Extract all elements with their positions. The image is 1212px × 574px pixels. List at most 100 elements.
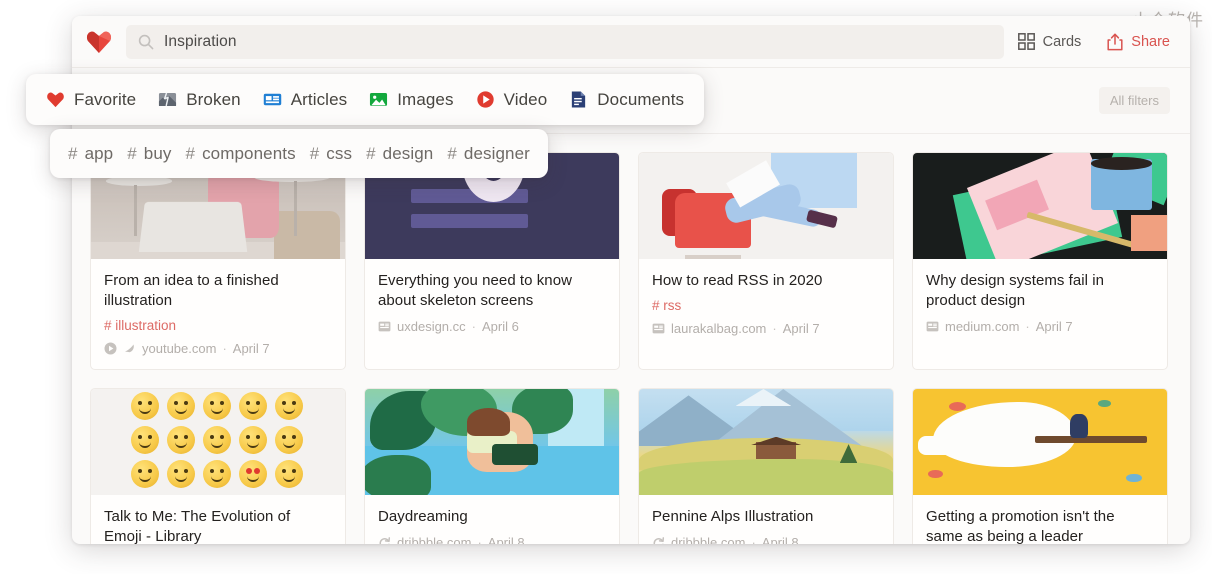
card-title: Talk to Me: The Evolution of Emoji - Lib… bbox=[104, 508, 291, 544]
type-filter-favorite[interactable]: Favorite bbox=[46, 90, 136, 110]
type-filter-label: Articles bbox=[290, 89, 348, 109]
card-meta: dribbble.com · April 8 bbox=[652, 535, 880, 544]
hash-icon: # bbox=[366, 143, 376, 163]
card-source: medium.com bbox=[945, 319, 1020, 334]
card-body: Pennine Alps Illustration dribbble.com ·… bbox=[639, 495, 893, 544]
type-filter-popover: Favorite Broken Articles Images Video Do… bbox=[26, 74, 705, 125]
card-title: Pennine Alps Illustration bbox=[652, 508, 814, 525]
type-filter-label: Documents bbox=[597, 89, 685, 109]
card-date: April 7 bbox=[782, 321, 820, 336]
share-button[interactable]: Share bbox=[1107, 33, 1170, 51]
grid-icon bbox=[1017, 33, 1035, 50]
type-filter-label: Favorite bbox=[74, 89, 137, 109]
tag-filter-label: designer bbox=[463, 143, 530, 163]
play-circle-icon bbox=[104, 342, 117, 355]
image-icon bbox=[370, 93, 388, 106]
type-filter-label: Broken bbox=[186, 89, 241, 109]
card-meta: medium.com · April 7 bbox=[926, 319, 1154, 334]
card-body: Everything you need to know about skelet… bbox=[365, 259, 619, 347]
tag-filter-label: app bbox=[84, 143, 114, 163]
app-logo[interactable] bbox=[72, 30, 126, 54]
all-filters-button[interactable]: All filters bbox=[1098, 87, 1170, 114]
card-body: How to read RSS in 2020 # rss laurakalba… bbox=[639, 259, 893, 349]
type-filter-label: Video bbox=[503, 89, 548, 109]
document-icon bbox=[572, 91, 586, 108]
card-meta: uxdesign.cc · April 6 bbox=[378, 319, 606, 334]
card-title: Why design systems fail in product desig… bbox=[926, 272, 1105, 309]
card-body: From an idea to a finished illustration … bbox=[91, 259, 345, 369]
tag-filter-css[interactable]: # css bbox=[310, 144, 352, 164]
card-item[interactable]: Daydreaming dribbble.com · April 8 bbox=[364, 388, 620, 544]
card-thumbnail bbox=[91, 389, 345, 495]
card-meta-separator: · bbox=[1025, 319, 1030, 334]
card-thumbnail bbox=[365, 389, 619, 495]
card-item[interactable]: Talk to Me: The Evolution of Emoji - Lib… bbox=[90, 388, 346, 544]
refresh-icon bbox=[653, 537, 665, 544]
type-filter-documents[interactable]: Documents bbox=[569, 90, 684, 110]
type-filter-articles[interactable]: Articles bbox=[263, 90, 348, 110]
youtube-favicon bbox=[125, 344, 134, 353]
card-item[interactable]: Getting a promotion isn't the same as be… bbox=[912, 388, 1168, 544]
card-item[interactable]: How to read RSS in 2020 # rss laurakalba… bbox=[638, 152, 894, 370]
card-meta-separator: · bbox=[772, 321, 777, 336]
card-date: April 7 bbox=[1035, 319, 1073, 334]
card-body: Talk to Me: The Evolution of Emoji - Lib… bbox=[91, 495, 345, 544]
card-source: dribbble.com bbox=[397, 535, 472, 544]
card-title: Everything you need to know about skelet… bbox=[378, 272, 572, 309]
card-thumbnail bbox=[639, 389, 893, 495]
hash-icon: # bbox=[127, 143, 137, 163]
cards-view-button[interactable]: Cards bbox=[1017, 33, 1082, 50]
type-filter-images[interactable]: Images bbox=[369, 90, 453, 110]
card-meta: dribbble.com · April 8 bbox=[378, 535, 606, 544]
share-label: Share bbox=[1131, 33, 1170, 50]
tag-filter-design[interactable]: # design bbox=[366, 144, 433, 164]
type-filter-video[interactable]: Video bbox=[476, 90, 548, 110]
card-thumbnail bbox=[913, 153, 1167, 259]
share-icon bbox=[1107, 33, 1123, 50]
card-item[interactable]: From an idea to a finished illustration … bbox=[90, 152, 346, 370]
card-source: uxdesign.cc bbox=[397, 319, 466, 334]
article-icon bbox=[926, 321, 939, 332]
cards-view-label: Cards bbox=[1042, 33, 1082, 50]
card-meta: youtube.com · April 7 bbox=[104, 341, 332, 356]
card-date: April 8 bbox=[487, 535, 525, 544]
card-title: From an idea to a finished illustration bbox=[104, 272, 279, 309]
card-source: laurakalbag.com bbox=[671, 321, 767, 336]
type-filter-label: Images bbox=[397, 89, 454, 109]
search-value: Inspiration bbox=[164, 32, 237, 50]
tag-filter-popover: # app # buy # components # css # design … bbox=[50, 129, 548, 178]
card-grid: From an idea to a finished illustration … bbox=[90, 152, 1168, 544]
tag-filter-components[interactable]: # components bbox=[186, 144, 296, 164]
card-date: April 6 bbox=[482, 319, 519, 334]
tag-filter-buy[interactable]: # buy bbox=[127, 144, 171, 164]
card-item[interactable]: Pennine Alps Illustration dribbble.com ·… bbox=[638, 388, 894, 544]
card-thumbnail bbox=[913, 389, 1167, 495]
tag-filter-label: buy bbox=[143, 143, 172, 163]
card-source: dribbble.com bbox=[671, 535, 746, 544]
card-meta-separator: · bbox=[751, 535, 756, 544]
article-icon bbox=[652, 323, 665, 334]
screenshot-root: 小众软件 Inspiration bbox=[0, 0, 1212, 574]
heart-icon bbox=[47, 92, 64, 108]
card-thumbnail bbox=[639, 153, 893, 259]
card-source: youtube.com bbox=[142, 341, 217, 356]
refresh-icon bbox=[379, 537, 391, 544]
card-item[interactable]: Why design systems fail in product desig… bbox=[912, 152, 1168, 370]
card-body: Daydreaming dribbble.com · April 8 bbox=[365, 495, 619, 544]
card-tag[interactable]: # rss bbox=[652, 298, 880, 313]
type-filter-broken[interactable]: Broken bbox=[158, 89, 241, 110]
card-item[interactable]: Everything you need to know about skelet… bbox=[364, 152, 620, 370]
card-meta-separator: · bbox=[477, 535, 482, 544]
hash-icon: # bbox=[68, 143, 78, 163]
top-bar: Inspiration Cards Share bbox=[72, 16, 1190, 68]
play-circle-icon bbox=[476, 91, 494, 108]
card-title: Getting a promotion isn't the same as be… bbox=[926, 508, 1115, 544]
card-title: How to read RSS in 2020 bbox=[652, 272, 823, 289]
search-input[interactable]: Inspiration bbox=[126, 24, 1004, 59]
card-tag[interactable]: # illustration bbox=[104, 318, 332, 333]
search-icon bbox=[138, 34, 154, 49]
hash-icon: # bbox=[447, 143, 457, 163]
tag-filter-label: design bbox=[382, 143, 434, 163]
tag-filter-app[interactable]: # app bbox=[68, 144, 113, 164]
tag-filter-designer[interactable]: # designer bbox=[447, 144, 530, 164]
